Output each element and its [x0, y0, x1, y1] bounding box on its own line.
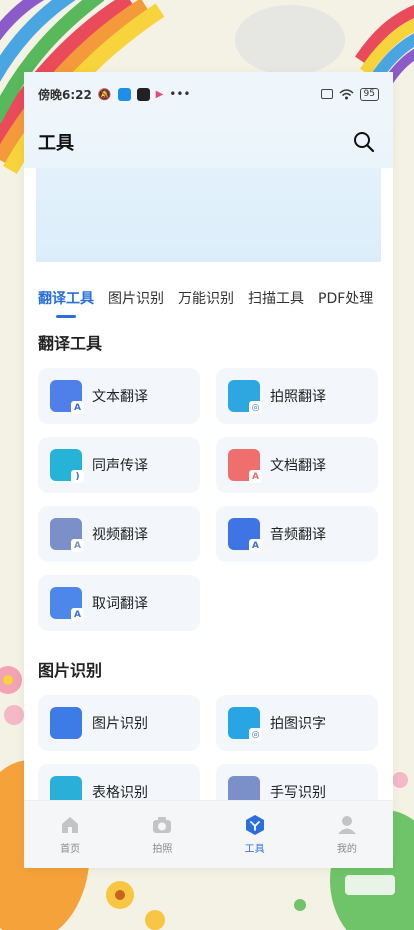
tool-label: 取词翻译	[92, 596, 148, 612]
mute-icon: 🔕	[97, 87, 112, 101]
banner[interactable]	[36, 168, 381, 262]
category-tabs: 翻译工具 图片识别 万能识别 扫描工具 PDF处理	[24, 288, 393, 318]
status-time: 傍晚6:22	[38, 87, 92, 102]
tool-label: 音频翻译	[270, 527, 326, 543]
section-title-translate: 翻译工具	[38, 334, 103, 353]
translate-tools-grid: A 文本翻译 ◎ 拍照翻译 ) 同声传译 A 文档翻译 A 视频翻译 A 音频翻…	[24, 368, 393, 631]
tool-word-pick[interactable]: A 取词翻译	[38, 575, 200, 631]
tool-label: 文本翻译	[92, 389, 148, 405]
tab-pdf[interactable]: PDF处理	[318, 288, 373, 318]
tool-photo-ocr[interactable]: ◎ 拍图识字	[216, 695, 378, 751]
tiktok-icon	[136, 87, 150, 101]
battery-icon: 95	[359, 87, 379, 101]
tab-universal-recognize[interactable]: 万能识别	[178, 288, 234, 318]
tool-label: 文档翻译	[270, 458, 326, 474]
simultaneous-icon: )	[50, 449, 84, 483]
camera-icon	[153, 817, 172, 833]
home-icon	[62, 817, 79, 833]
section-title-image: 图片识别	[38, 661, 103, 680]
tabbar-label: 首页	[60, 844, 81, 855]
tool-label: 手写识别	[270, 785, 326, 801]
tool-label: 视频翻译	[92, 527, 148, 543]
tabbar-label: 拍照	[152, 844, 173, 855]
tool-video-translate[interactable]: A 视频翻译	[38, 506, 200, 562]
tabbar-profile[interactable]: 我的	[301, 801, 393, 868]
tabbar-label: 我的	[336, 844, 357, 855]
page-title: 工具	[38, 133, 74, 154]
sim-icon	[320, 89, 333, 99]
audio-translate-icon: A	[228, 518, 262, 552]
play-icon: ▶	[155, 88, 164, 100]
tabbar-tools[interactable]: 工具	[209, 801, 301, 868]
text-translate-icon: A	[50, 380, 84, 414]
search-icon	[354, 132, 375, 153]
image-recognize-icon	[50, 707, 82, 739]
tab-scan-tools[interactable]: 扫描工具	[248, 288, 304, 318]
status-bar: 傍晚6:22 🔕 ▶ ••• 95	[24, 72, 393, 116]
tab-translate[interactable]: 翻译工具	[38, 288, 94, 318]
phone-screen: 傍晚6:22 🔕 ▶ ••• 95 工具 翻译工具 图片识别 万能识别 扫描工具…	[24, 72, 393, 868]
word-pick-icon: A	[50, 587, 84, 621]
tool-label: 拍照翻译	[270, 389, 326, 405]
tool-label: 同声传译	[92, 458, 148, 474]
tool-image-recognize[interactable]: 图片识别	[38, 695, 200, 751]
photo-translate-icon: ◎	[228, 380, 262, 414]
flowers-left	[0, 666, 24, 725]
photo-ocr-icon: ◎	[228, 707, 262, 741]
tool-document-translate[interactable]: A 文档翻译	[216, 437, 378, 493]
tool-simultaneous[interactable]: ) 同声传译	[38, 437, 200, 493]
profile-icon	[337, 816, 356, 834]
bottom-tab-bar: 首页 拍照 工具 我的	[24, 800, 393, 868]
tab-image-recognize[interactable]: 图片识别	[108, 288, 164, 318]
wifi-icon	[339, 88, 354, 99]
tabbar-camera[interactable]: 拍照	[116, 801, 208, 868]
tool-label: 图片识别	[92, 716, 148, 732]
app-notify-icon	[117, 87, 131, 101]
search-button[interactable]	[349, 127, 379, 157]
tool-audio-translate[interactable]: A 音频翻译	[216, 506, 378, 562]
tool-photo-translate[interactable]: ◎ 拍照翻译	[216, 368, 378, 424]
tool-label: 表格识别	[92, 785, 148, 801]
tools-icon	[245, 815, 264, 835]
tool-label: 拍图识字	[270, 716, 326, 732]
header: 工具	[24, 116, 393, 168]
video-translate-icon: A	[50, 518, 84, 552]
tool-text-translate[interactable]: A 文本翻译	[38, 368, 200, 424]
cloud-shape	[235, 5, 345, 75]
document-translate-icon: A	[228, 449, 262, 483]
more-dots: •••	[169, 87, 191, 101]
tabbar-home[interactable]: 首页	[24, 801, 116, 868]
tabbar-label: 工具	[244, 844, 265, 855]
